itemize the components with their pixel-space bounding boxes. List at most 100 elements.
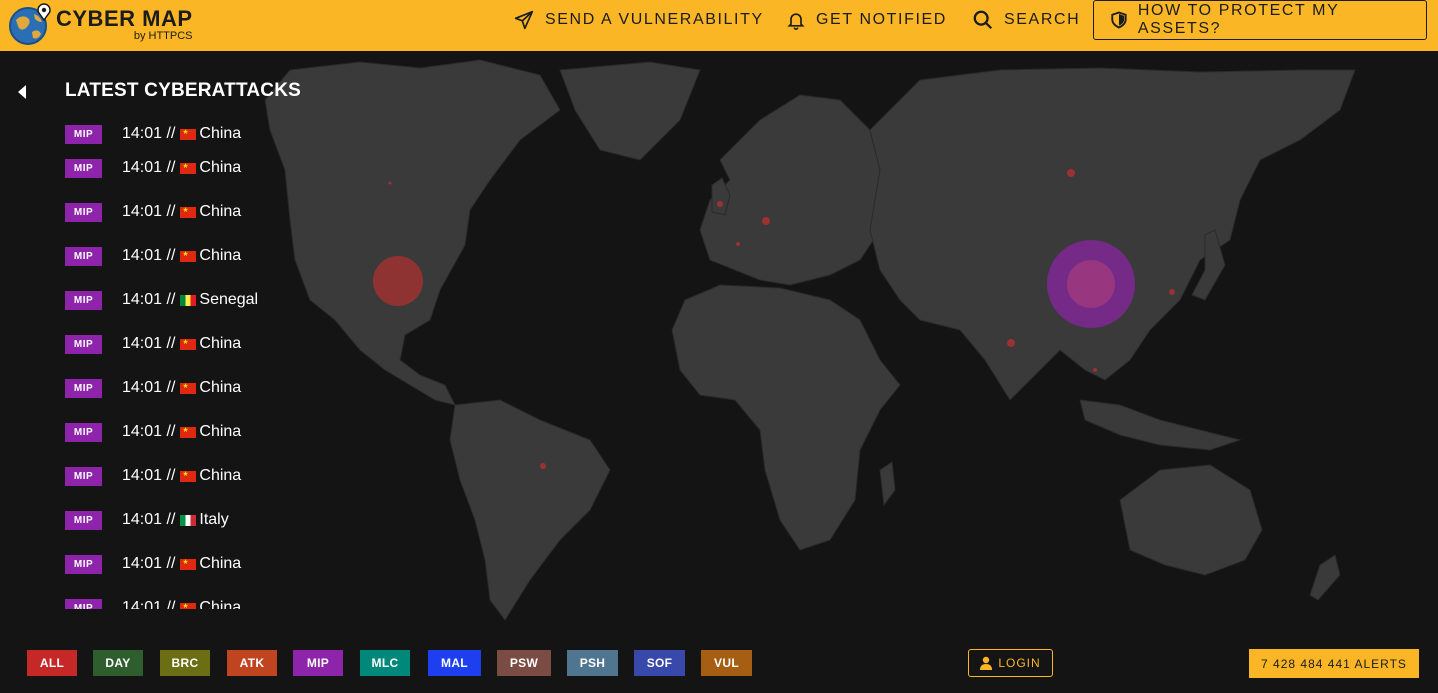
africa [671,284,901,551]
list-item[interactable]: MIP 14:01 // Senegal [65,289,258,311]
italy-flag-icon [180,514,197,526]
attack-type-badge: MIP [65,598,102,609]
filter-mal-button[interactable]: MAL [428,650,481,676]
attack-separator: // [166,125,176,142]
filter-brc-button[interactable]: BRC [160,650,210,676]
hotspot-uk[interactable] [717,201,723,207]
china-flag-icon [180,470,197,482]
list-item[interactable]: MIP 14:01 // China [65,465,241,487]
hotspot-vietnam[interactable] [1093,368,1097,372]
attack-type-badge: MIP [65,554,102,574]
hotspot-germany[interactable] [762,217,770,225]
attack-type-badge: MIP [65,378,102,398]
attack-country: China [199,159,242,176]
attack-separator: // [166,247,176,264]
filter-day-button[interactable]: DAY [93,650,143,676]
filter-atk-button[interactable]: ATK [227,650,277,676]
attack-type-badge: MIP [65,202,102,222]
filter-psw-button[interactable]: PSW [497,650,551,676]
attack-type-badge: MIP [65,334,102,354]
attack-separator: // [166,423,176,440]
china-flag-icon [180,128,197,140]
china-flag-icon [180,382,197,394]
china-flag-icon [180,426,197,438]
greenland [559,61,701,161]
attack-time: 14:01 [122,335,163,352]
attack-type-badge: MIP [65,290,102,310]
attack-time: 14:01 [122,423,163,440]
attack-separator: // [166,555,176,572]
attack-time: 14:01 [122,203,163,220]
search-link[interactable]: SEARCH [972,0,1080,40]
paper-plane-icon [514,10,534,30]
madagascar [879,461,896,507]
collapse-sidebar-arrow-icon[interactable] [15,84,29,100]
hotspot-india[interactable] [1007,339,1015,347]
hotspot-italy[interactable] [736,242,740,246]
list-item[interactable]: MIP 14:01 // Italy [65,509,229,531]
hotspot-korea[interactable] [1169,289,1175,295]
filter-mlc-button[interactable]: MLC [360,650,410,676]
filter-label: MLC [371,656,399,670]
hotspot-usa[interactable] [373,256,423,306]
attack-country: China [199,423,242,440]
south-america [449,399,611,621]
attack-type-badge: MIP [65,124,102,144]
get-notified-link[interactable]: GET NOTIFIED [786,0,947,40]
alerts-counter: 7 428 484 441 ALERTS [1249,649,1419,678]
list-item[interactable]: MIP 14:01 // China [65,123,241,145]
filter-label: ATK [239,656,265,670]
attack-time: 14:01 [122,379,163,396]
attack-country: Senegal [199,291,259,308]
attack-separator: // [166,379,176,396]
list-item[interactable]: MIP 14:01 // China [65,377,241,399]
china-flag-icon [180,250,197,262]
hotspot-china-inner[interactable] [1067,260,1115,308]
protect-assets-label: HOW TO PROTECT MY ASSETS? [1137,2,1340,37]
attack-time: 14:01 [122,467,163,484]
filter-label: BRC [171,656,199,670]
list-item[interactable]: MIP 14:01 // China [65,201,241,223]
attack-separator: // [166,159,176,176]
protect-assets-button[interactable]: HOW TO PROTECT MY ASSETS? [1093,0,1427,40]
list-item[interactable]: MIP 14:01 // China [65,245,241,267]
filter-mip-button[interactable]: MIP [293,650,343,676]
filter-vul-button[interactable]: VUL [701,650,752,676]
attack-time: 14:01 [122,599,163,609]
list-item[interactable]: MIP 14:01 // China [65,157,241,179]
list-item[interactable]: MIP 14:01 // China [65,553,241,575]
globe-logo-icon [9,3,51,45]
top-bar: CYBER MAP by HTTPCS SEND A VULNERABILITY… [0,0,1438,51]
attack-separator: // [166,291,176,308]
send-vulnerability-link[interactable]: SEND A VULNERABILITY [513,0,764,40]
attack-separator: // [166,203,176,220]
list-item[interactable]: MIP 14:01 // China [65,333,241,355]
filter-label: SOF [646,656,673,670]
hotspot-brazil[interactable] [540,463,546,469]
filter-sof-button[interactable]: SOF [634,650,685,676]
hotspot-canada[interactable] [388,181,392,185]
brand-logo[interactable]: CYBER MAP by HTTPCS [8,2,193,46]
filter-label: ALL [39,656,65,670]
filter-label: DAY [105,656,131,670]
attack-time: 14:01 [122,159,163,176]
attack-country: Italy [199,511,229,528]
attack-separator: // [166,467,176,484]
filter-psh-button[interactable]: PSH [567,650,618,676]
china-flag-icon [180,558,197,570]
indonesia [1079,399,1242,451]
china-flag-icon [180,162,197,174]
filter-label: PSW [509,656,539,670]
attack-list[interactable]: MIP 14:01 // China MIP 14:01 // China MIP … [65,120,345,609]
attack-separator: // [166,335,176,352]
list-item[interactable]: MIP 14:01 // China [65,421,241,443]
attack-country: China [199,335,242,352]
filter-all-button[interactable]: ALL [27,650,77,676]
attack-country: China [199,599,242,609]
list-item[interactable]: MIP 14:01 // China [65,597,241,609]
login-button[interactable]: LOGIN [968,649,1053,677]
hotspot-russia[interactable] [1067,169,1075,177]
brand-title: CYBER MAP [56,6,193,31]
latest-cyberattacks-title: LATEST CYBERATTACKS [65,80,302,101]
user-icon [980,656,993,670]
